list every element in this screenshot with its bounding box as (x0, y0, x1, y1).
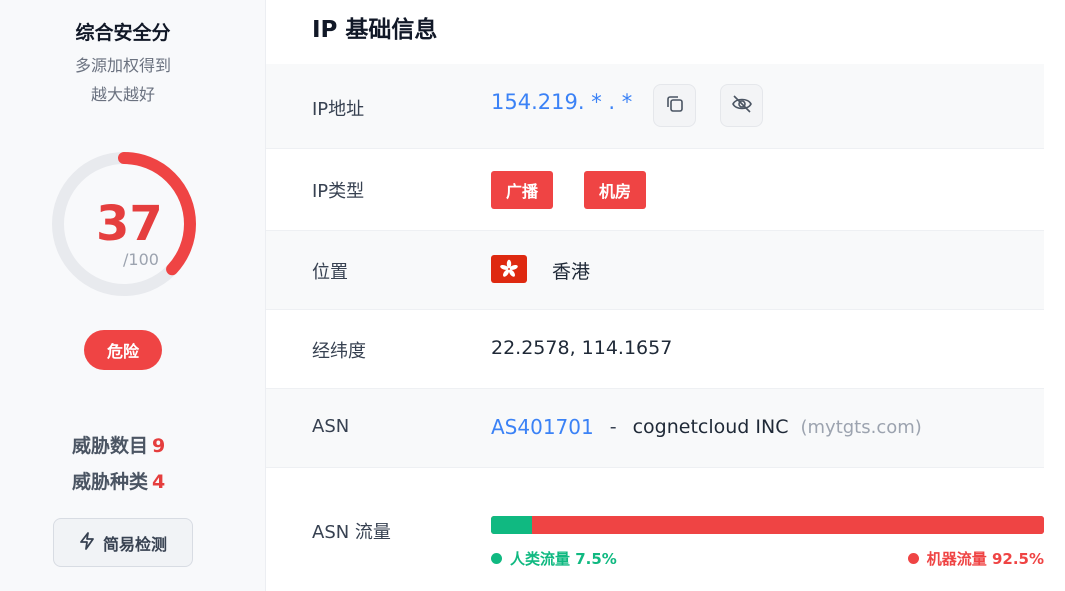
copy-icon (665, 94, 685, 118)
human-traffic-text: 人类流量 7.5% (510, 550, 617, 568)
human-dot-icon (491, 553, 502, 564)
asn-domain: (mytgts.com) (800, 416, 922, 438)
ip-address-value-wrap: 154.219. * . * (491, 90, 632, 114)
ip-address-value[interactable]: 154.219. * . * (491, 90, 632, 114)
score-title: 综合安全分 (75, 22, 171, 44)
score-max: /100 (123, 250, 159, 269)
quick-check-button[interactable]: 简易检测 (53, 518, 193, 567)
hong-kong-flag-icon (491, 255, 527, 283)
human-traffic-segment (491, 516, 533, 534)
ip-address-row: IP地址 154.219. * . * (266, 64, 1044, 149)
ip-type-label: IP类型 (312, 181, 365, 202)
score-value: 37 (96, 196, 163, 252)
threat-count-label: 威胁数目 (72, 435, 149, 457)
location-value: 香港 (552, 261, 591, 283)
security-score-panel: 综合安全分 多源加权得到 越大越好 37 /100 危险 威胁数目 9 威胁种类 4… (0, 0, 266, 591)
bot-traffic-text: 机器流量 92.5% (926, 550, 1044, 568)
threat-count-value: 9 (152, 435, 166, 457)
score-description: 多源加权得到 (74, 56, 171, 75)
asn-traffic-row: ASN 流量 人类流量 7.5% 机器流量 92.5% (266, 468, 1044, 591)
threat-types-label: 威胁种类 (72, 471, 149, 493)
bot-traffic-legend: 机器流量 92.5% (907, 548, 1044, 569)
coordinates-row: 经纬度 22.2578, 114.1657 (266, 310, 1044, 389)
ip-info-panel: IP 基础信息 IP地址 154.219. * . * IP类型 广播 机房 位… (266, 0, 1065, 591)
copy-ip-button[interactable] (653, 84, 696, 127)
human-traffic-legend: 人类流量 7.5% (491, 548, 617, 569)
bot-dot-icon (907, 553, 919, 564)
ip-type-tag: 机房 (584, 171, 647, 209)
risk-badge: 危险 (84, 330, 162, 370)
asn-separator: - (609, 416, 617, 438)
asn-org: cognetcloud INC (632, 416, 789, 438)
ip-type-row: IP类型 广播 机房 (266, 149, 1044, 231)
asn-number-link[interactable]: AS401701 (491, 415, 594, 439)
quick-check-label: 简易检测 (102, 534, 167, 554)
coordinates-value: 22.2578, 114.1657 (491, 337, 673, 359)
asn-label: ASN (312, 416, 350, 437)
asn-value: AS401701 - cognetcloud INC (mytgts.com) (491, 415, 922, 439)
threat-types-value: 4 (152, 471, 166, 493)
asn-row: ASN AS401701 - cognetcloud INC (mytgts.c… (266, 389, 1044, 468)
bot-traffic-segment (532, 516, 1044, 534)
ip-address-label: IP地址 (312, 99, 365, 120)
asn-traffic-label: ASN 流量 (312, 522, 391, 543)
toggle-visibility-button[interactable] (720, 84, 763, 127)
threat-types: 威胁种类 4 (72, 467, 165, 494)
lightning-icon (79, 531, 95, 554)
coordinates-label: 经纬度 (312, 341, 366, 362)
location-row: 位置 香港 (266, 231, 1044, 310)
traffic-bar (491, 516, 1044, 534)
score-description-line2: 越大越好 (90, 85, 155, 104)
ip-type-tag: 广播 (491, 171, 554, 209)
eye-off-icon (731, 94, 753, 118)
section-title: IP 基础信息 (312, 17, 438, 43)
threat-count: 威胁数目 9 (72, 431, 165, 458)
location-label: 位置 (312, 262, 348, 283)
